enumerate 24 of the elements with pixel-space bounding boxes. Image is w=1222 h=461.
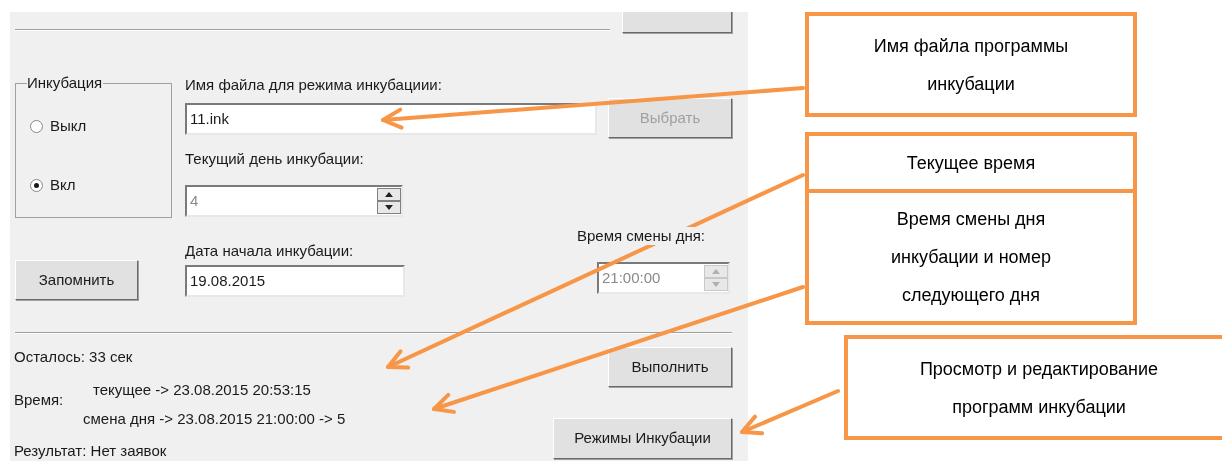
day-change-text: смена дня -> 23.08.2015 21:00:00 -> 5	[83, 410, 346, 428]
save-button[interactable]: Запомнить	[15, 260, 138, 300]
radio-button[interactable]	[30, 178, 43, 192]
current-time-text: текущее -> 23.08.2015 20:53:15	[93, 381, 311, 399]
file-name-field[interactable]: 11.ink	[185, 103, 597, 135]
result-text: Результат: Нет заявок	[14, 442, 167, 460]
field-label: Дата начала инкубации:	[185, 242, 354, 260]
callout-text: Текущее время	[906, 151, 1036, 175]
remaining-text: Осталось: 33 сек	[14, 348, 133, 366]
field-label: Текущий день инкубации:	[185, 150, 364, 168]
callout-text: Просмотр и редактирование программ инкубации	[919, 357, 1159, 419]
run-button[interactable]: Выполнить	[608, 347, 732, 387]
modes-button[interactable]: Режимы Инкубации	[553, 418, 732, 459]
group-title: Инкубация	[27, 74, 104, 92]
callout-text: Имя файла программы инкубации	[873, 34, 1069, 96]
spin-buttons-icon[interactable]	[377, 188, 401, 214]
radio-label: Выкл	[50, 116, 87, 136]
callout-text: Время смены дня инкубации и номер следующего дня	[891, 208, 1051, 307]
time-label: Время:	[14, 391, 64, 409]
field-label: Имя файла для режима инкубациии:	[185, 76, 442, 94]
field-label: Время смены дня:	[577, 227, 705, 245]
radio-label: Вкл	[50, 175, 76, 195]
start-date-field[interactable]: 19.08.2015	[185, 265, 405, 297]
radio-button[interactable]	[30, 119, 43, 133]
